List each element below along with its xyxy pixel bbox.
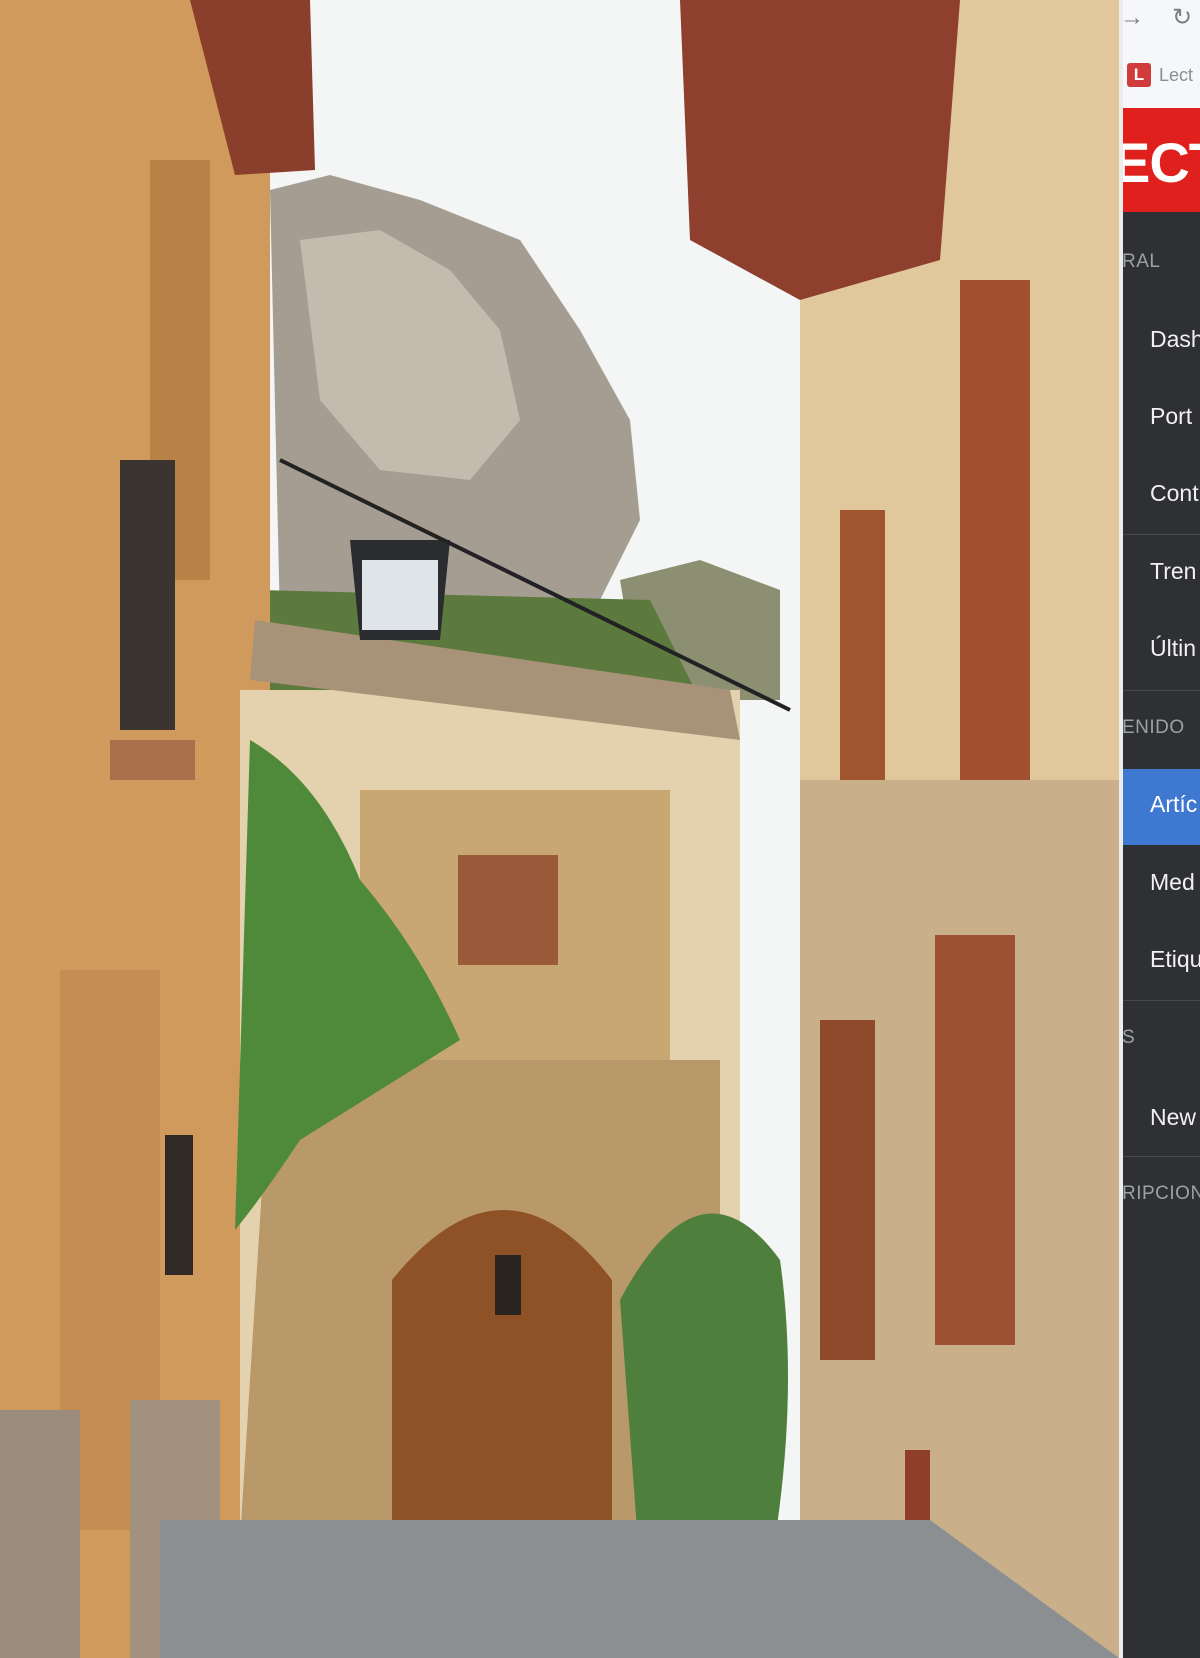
sidebar-separator: [1123, 1000, 1200, 1001]
sidebar-section-general: RAL: [1122, 251, 1161, 272]
sidebar-item-trending[interactable]: Tren: [1150, 558, 1196, 585]
sidebar-separator: [1123, 1156, 1200, 1157]
sidebar-item-newsletter[interactable]: New: [1150, 1104, 1196, 1131]
sidebar-item-portada[interactable]: Port: [1150, 403, 1192, 430]
browser-tab[interactable]: L Lect: [1127, 60, 1193, 90]
sidebar-item-label: Artíc: [1150, 791, 1198, 817]
street-photo: [0, 0, 1119, 1658]
sidebar-separator: [1123, 534, 1200, 535]
sidebar-item-ultimas[interactable]: Últin: [1150, 635, 1196, 662]
sidebar-item-contenido[interactable]: Cont: [1150, 480, 1199, 507]
sidebar-clip: L Lect ECTU RAL Dash Port Cont Tren Últi…: [1119, 0, 1200, 1658]
sidebar-item-media[interactable]: Med: [1150, 869, 1195, 896]
site-favicon: L: [1127, 63, 1151, 87]
sidebar-item-articulos[interactable]: Artíc: [1123, 769, 1200, 845]
sidebar-item-dashboard[interactable]: Dash: [1150, 326, 1200, 353]
logo-text: ECTU: [1123, 131, 1200, 194]
sidebar-section-suscripciones: RIPCION: [1122, 1183, 1200, 1204]
tab-title: Lect: [1159, 64, 1194, 85]
site-logo[interactable]: ECTU: [1123, 108, 1200, 212]
sidebar-item-etiquetas[interactable]: Etiqu: [1150, 946, 1200, 973]
sidebar-section-s: S: [1122, 1027, 1136, 1048]
sidebar-section-contenido: ENIDO: [1122, 717, 1185, 738]
sidebar-separator: [1123, 690, 1200, 691]
